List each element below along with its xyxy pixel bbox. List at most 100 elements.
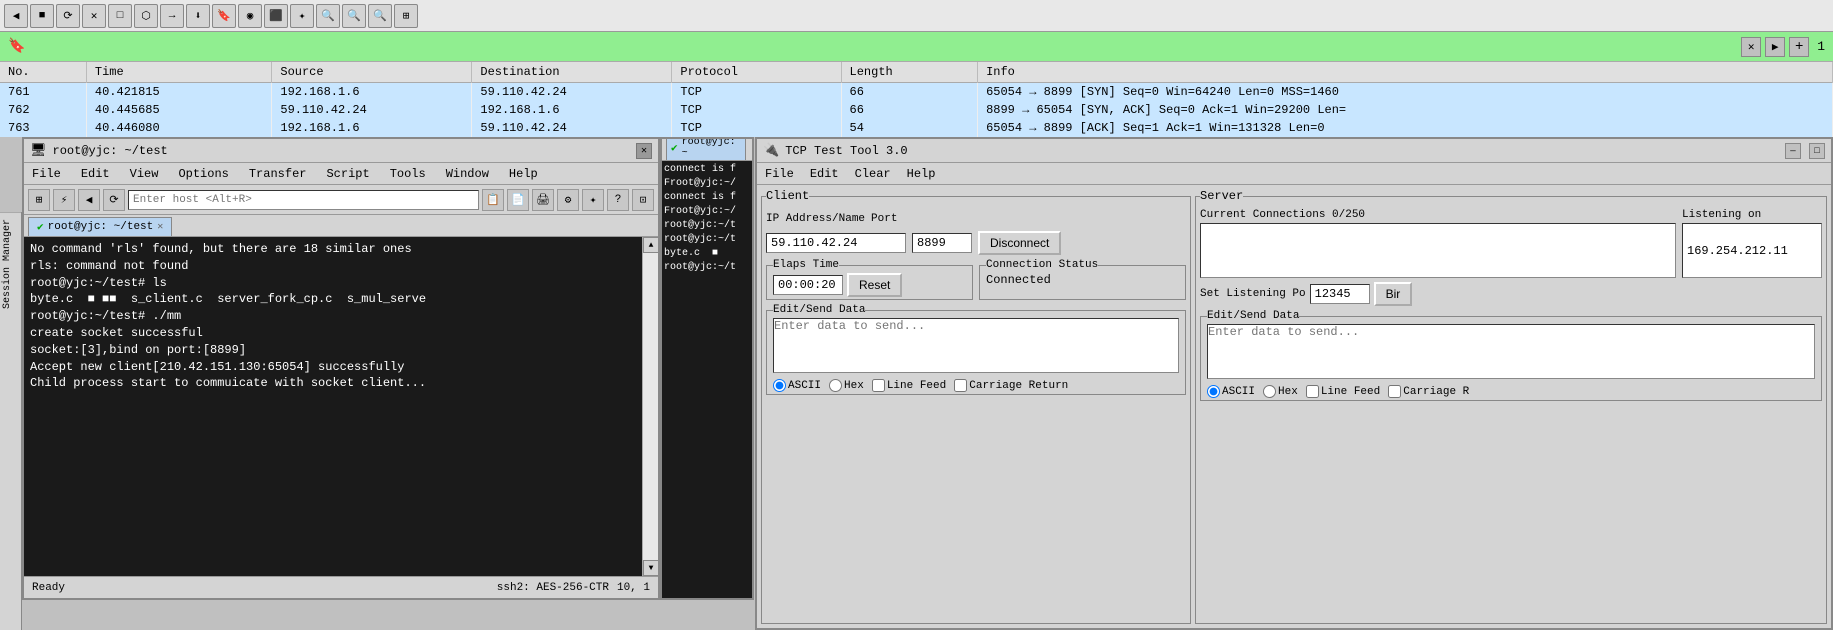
toolbar-btn-5[interactable]: □ <box>108 4 132 28</box>
terminal-menu-help[interactable]: Help <box>505 165 542 183</box>
toolbar-btn-7[interactable]: → <box>160 4 184 28</box>
terminal-scrollbar[interactable]: ▲ ▼ <box>642 237 658 576</box>
terminal-line: create socket successful <box>30 325 636 342</box>
toolbar-btn-search3[interactable]: 🔍 <box>368 4 392 28</box>
term-btn-split[interactable]: ⊞ <box>28 189 50 211</box>
server-linefeed-label[interactable]: Line Feed <box>1306 385 1380 398</box>
col-length[interactable]: Length <box>841 62 978 83</box>
toolbar-btn-search2[interactable]: 🔍 <box>342 4 366 28</box>
client-carriage-check[interactable] <box>954 379 967 392</box>
terminal-menu-tools[interactable]: Tools <box>386 165 430 183</box>
terminal-menu-transfer[interactable]: Transfer <box>245 165 311 183</box>
server-send-textarea[interactable] <box>1207 324 1815 379</box>
tcp-icon: 🔌 <box>763 143 779 158</box>
client-send-textarea[interactable] <box>773 318 1179 373</box>
toolbar-btn-9[interactable]: 🔖 <box>212 4 236 28</box>
terminal-menu-options[interactable]: Options <box>174 165 232 183</box>
tcp-titlebar: 🔌 TCP Test Tool 3.0 — □ <box>757 139 1831 163</box>
terminal2-tab-item[interactable]: ✔ root@yjc: ~ <box>666 137 746 160</box>
toolbar-btn-6[interactable]: ⬡ <box>134 4 158 28</box>
tcp-menu-clear[interactable]: Clear <box>855 167 891 181</box>
toolbar-btn-8[interactable]: ⬇ <box>186 4 210 28</box>
tcp-menu-edit[interactable]: Edit <box>810 167 839 181</box>
tcp-menu-file[interactable]: File <box>765 167 794 181</box>
terminal-content[interactable]: No command 'rls' found, but there are 18… <box>24 237 642 576</box>
table-row[interactable]: 76140.421815192.168.1.659.110.42.24TCP66… <box>0 83 1833 102</box>
listening-input[interactable] <box>1682 223 1822 278</box>
term-btn-extra[interactable]: ✦ <box>582 189 604 211</box>
term-host-input[interactable] <box>128 190 479 210</box>
terminal-right-mini: ✔ root@yjc: ~ connect is fFroot@yjc:~/co… <box>660 137 754 600</box>
client-hex-radio-label[interactable]: Hex <box>829 379 864 392</box>
toolbar-btn-grid[interactable]: ⊞ <box>394 4 418 28</box>
server-carriage-check[interactable] <box>1388 385 1401 398</box>
filter-arrow-button[interactable]: ▶ <box>1765 37 1785 57</box>
server-ascii-radio-label[interactable]: ASCII <box>1207 385 1255 398</box>
term-btn-grid[interactable]: ⊡ <box>632 189 654 211</box>
server-hex-radio-label[interactable]: Hex <box>1263 385 1298 398</box>
toolbar-btn-10[interactable]: ◉ <box>238 4 262 28</box>
term-btn-print[interactable]: 🖨 <box>532 189 554 211</box>
client-ascii-radio-label[interactable]: ASCII <box>773 379 821 392</box>
tcp-maximize-btn[interactable]: □ <box>1809 143 1825 159</box>
filter-close-button[interactable]: ✕ <box>1741 37 1761 57</box>
terminal2-content[interactable]: connect is fFroot@yjc:~/connect is fFroo… <box>662 161 752 277</box>
col-no[interactable]: No. <box>0 62 86 83</box>
tcp-minimize-btn[interactable]: — <box>1785 143 1801 159</box>
scroll-down-btn[interactable]: ▼ <box>643 560 658 576</box>
server-ascii-radio[interactable] <box>1207 385 1220 398</box>
filter-input[interactable]: tcp.port == 8899 <box>33 39 1737 54</box>
col-time[interactable]: Time <box>86 62 271 83</box>
terminal-tab-1[interactable]: ✔ root@yjc: ~/test ✕ <box>28 217 172 236</box>
term-btn-settings[interactable]: ⚙ <box>557 189 579 211</box>
packet-table-area: No. Time Source Destination Protocol Len… <box>0 62 1833 137</box>
server-linefeed-check[interactable] <box>1306 385 1319 398</box>
term-btn-help[interactable]: ? <box>607 189 629 211</box>
table-row[interactable]: 76340.446080192.168.1.659.110.42.24TCP54… <box>0 119 1833 137</box>
elapsed-input[interactable] <box>773 275 843 295</box>
filter-plus-button[interactable]: + <box>1789 37 1809 57</box>
cell-source: 192.168.1.6 <box>272 119 472 137</box>
set-listening-input[interactable] <box>1310 284 1370 304</box>
toolbar-btn-1[interactable]: ◀ <box>4 4 28 28</box>
bind-button[interactable]: Bir <box>1374 282 1413 306</box>
tab-close-icon[interactable]: ✕ <box>157 221 163 233</box>
server-carriage-label[interactable]: Carriage R <box>1388 385 1469 398</box>
client-ascii-radio[interactable] <box>773 379 786 392</box>
toolbar-btn-4[interactable]: ✕ <box>82 4 106 28</box>
reset-button[interactable]: Reset <box>847 273 902 297</box>
toolbar-btn-11[interactable]: ⬛ <box>264 4 288 28</box>
client-linefeed-check[interactable] <box>872 379 885 392</box>
term-btn-refresh[interactable]: ⟳ <box>103 189 125 211</box>
terminal-menu-window[interactable]: Window <box>442 165 493 183</box>
toolbar-btn-2[interactable]: ■ <box>30 4 54 28</box>
client-carriage-label[interactable]: Carriage Return <box>954 379 1068 392</box>
term-btn-flash[interactable]: ⚡ <box>53 189 75 211</box>
scroll-up-btn[interactable]: ▲ <box>643 237 658 253</box>
tcp-menu-help[interactable]: Help <box>907 167 936 181</box>
ip-input[interactable] <box>766 233 906 253</box>
col-source[interactable]: Source <box>272 62 472 83</box>
toolbar-btn-12[interactable]: ✦ <box>290 4 314 28</box>
server-hex-radio[interactable] <box>1263 385 1276 398</box>
term-btn-back[interactable]: ◀ <box>78 189 100 211</box>
terminal-close-button[interactable]: ✕ <box>636 143 652 159</box>
client-hex-radio[interactable] <box>829 379 842 392</box>
toolbar-btn-search1[interactable]: 🔍 <box>316 4 340 28</box>
scroll-track[interactable] <box>643 253 658 560</box>
term-btn-copy[interactable]: 📋 <box>482 189 504 211</box>
col-protocol[interactable]: Protocol <box>672 62 841 83</box>
disconnect-button[interactable]: Disconnect <box>978 231 1061 255</box>
terminal-menu-view[interactable]: View <box>126 165 163 183</box>
table-row[interactable]: 76240.44568559.110.42.24192.168.1.6TCP66… <box>0 101 1833 119</box>
client-linefeed-label[interactable]: Line Feed <box>872 379 946 392</box>
toolbar-btn-3[interactable]: ⟳ <box>56 4 80 28</box>
terminal-menu-edit[interactable]: Edit <box>77 165 114 183</box>
terminal2-line: root@yjc:~/t <box>664 233 750 247</box>
port-input[interactable] <box>912 233 972 253</box>
terminal-menu-file[interactable]: File <box>28 165 65 183</box>
term-btn-paste[interactable]: 📄 <box>507 189 529 211</box>
terminal-menu-script[interactable]: Script <box>322 165 373 183</box>
col-info[interactable]: Info <box>978 62 1833 83</box>
col-destination[interactable]: Destination <box>472 62 672 83</box>
